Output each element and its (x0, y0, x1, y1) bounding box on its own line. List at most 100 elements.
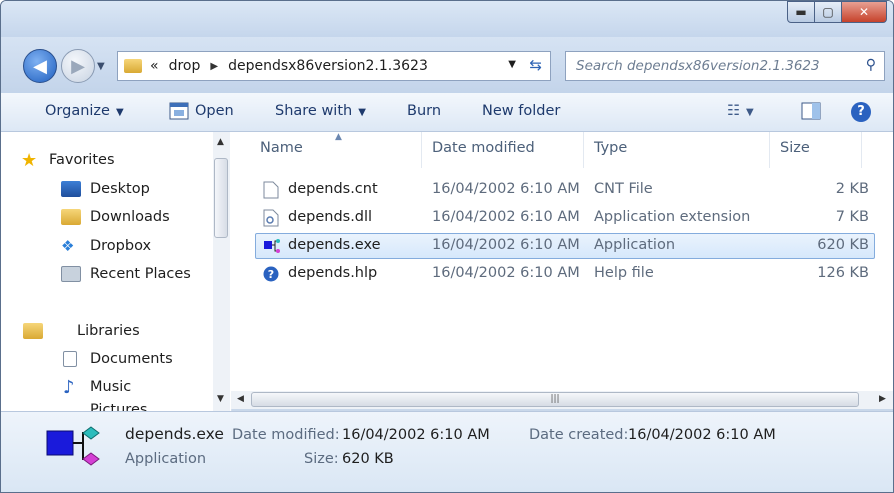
file-type: Application (594, 237, 676, 253)
share-with-label: Share with (275, 103, 353, 119)
back-button[interactable]: ◀ (23, 49, 57, 83)
scroll-up-icon[interactable]: ▲ (217, 137, 224, 147)
horizontal-scrollbar[interactable]: ◀ ||| ▶ (231, 391, 893, 409)
sidebar-item-downloads[interactable]: Downloads (61, 205, 170, 229)
chevron-down-icon: ▼ (358, 107, 366, 118)
close-button[interactable]: ✕ (842, 1, 887, 23)
search-box[interactable]: Search dependsx86version2.1.3623 ⚲ (565, 51, 885, 81)
column-header-size[interactable]: Size (780, 140, 810, 156)
recent-places-icon (61, 266, 81, 282)
details-pane: depends.exe Date modified: 16/04/2002 6:… (1, 411, 893, 492)
details-date-modified-label: Date modified: (232, 427, 340, 443)
exe-large-icon (46, 426, 100, 466)
documents-icon (63, 351, 77, 367)
libraries-icon (23, 323, 43, 339)
navigation-pane: ★ Favorites Desktop Downloads ❖ Dropbox … (1, 132, 232, 411)
file-size: 7 KB (835, 209, 869, 225)
sidebar-item-recent-places[interactable]: Recent Places (61, 262, 191, 286)
sort-ascending-icon: ▲ (335, 132, 342, 142)
burn-button[interactable]: Burn (407, 103, 441, 119)
sidebar-item-music[interactable]: ♪ Music (63, 375, 131, 399)
dropbox-icon: ❖ (61, 237, 75, 255)
preview-pane-icon[interactable] (801, 102, 821, 120)
refresh-icon[interactable]: ⇆ (529, 56, 542, 74)
chevron-down-icon: ▼ (115, 107, 124, 118)
file-type: CNT File (594, 181, 653, 197)
downloads-icon (61, 209, 81, 225)
file-name: depends.dll (288, 209, 373, 225)
file-name: depends.cnt (288, 181, 378, 197)
new-folder-button[interactable]: New folder (482, 103, 560, 119)
sidebar-item-libraries[interactable]: Libraries (23, 319, 140, 343)
sidebar-item-label: Music (90, 379, 132, 395)
desktop-icon (61, 181, 81, 197)
command-toolbar: Organize ▼ Open Share with ▼ Burn New fold… (1, 93, 893, 132)
maximize-button[interactable]: ▢ (815, 1, 842, 23)
column-header-type[interactable]: Type (594, 140, 627, 156)
open-icon (169, 102, 189, 120)
sidebar-item-desktop[interactable]: Desktop (61, 177, 150, 201)
scroll-left-icon[interactable]: ◀ (237, 394, 244, 404)
column-divider[interactable] (861, 132, 862, 168)
file-row[interactable]: depends.cnt 16/04/2002 6:10 AM CNT File … (255, 177, 875, 203)
navigation-scrollbar[interactable]: ▲ ▼ (213, 132, 230, 411)
file-name: depends.exe (288, 237, 381, 253)
open-button[interactable]: Open (195, 103, 234, 119)
sidebar-item-label: Downloads (90, 209, 170, 225)
column-header-date-modified[interactable]: Date modified (432, 140, 535, 156)
file-row[interactable]: ? depends.hlp 16/04/2002 6:10 AM Help fi… (255, 261, 875, 287)
sidebar-item-favorites[interactable]: ★ Favorites (21, 148, 115, 172)
address-dropdown-icon[interactable]: ▼ (508, 59, 516, 70)
view-list-icon: ☷ (727, 103, 740, 119)
file-size: 2 KB (835, 181, 869, 197)
file-date: 16/04/2002 6:10 AM (432, 265, 580, 281)
sidebar-item-label: Desktop (90, 181, 150, 197)
sidebar-item-label: Recent Places (90, 266, 191, 282)
column-divider[interactable] (583, 132, 584, 168)
explorer-window: ▬ ▢ ✕ ◀ ▶ ▼ « drop ▶ dependsx86version2.… (0, 0, 894, 493)
dll-icon (263, 209, 279, 227)
search-icon[interactable]: ⚲ (866, 57, 876, 73)
minimize-button[interactable]: ▬ (787, 1, 815, 23)
breadcrumb-overflow[interactable]: « (150, 58, 159, 74)
scrollbar-thumb[interactable]: ||| (251, 392, 859, 407)
recent-pages-dropdown[interactable]: ▼ (97, 61, 105, 72)
file-date: 16/04/2002 6:10 AM (432, 209, 580, 225)
scrollbar-thumb[interactable] (214, 158, 228, 238)
file-row-selected[interactable]: depends.exe 16/04/2002 6:10 AM Applicati… (255, 233, 875, 259)
share-with-button[interactable]: Share with ▼ (275, 103, 366, 119)
address-bar[interactable]: « drop ▶ dependsx86version2.1.3623 ▼ ⇆ (117, 51, 551, 81)
column-divider[interactable] (421, 132, 422, 168)
column-header-name[interactable]: Name (260, 140, 303, 156)
folder-icon (124, 59, 142, 73)
details-file-type: Application (125, 451, 207, 467)
breadcrumb-separator-icon[interactable]: ▶ (210, 61, 218, 72)
details-file-name: depends.exe (125, 425, 224, 443)
help-icon[interactable]: ? (851, 102, 871, 122)
sidebar-item-label: Documents (90, 351, 173, 367)
file-date: 16/04/2002 6:10 AM (432, 237, 580, 253)
breadcrumb-drop[interactable]: drop (169, 58, 201, 74)
file-date: 16/04/2002 6:10 AM (432, 181, 580, 197)
details-date-modified-value: 16/04/2002 6:10 AM (342, 427, 490, 443)
column-divider[interactable] (769, 132, 770, 168)
scroll-right-icon[interactable]: ▶ (879, 394, 886, 404)
caption-buttons: ▬ ▢ ✕ (787, 1, 887, 23)
details-size-value: 620 KB (342, 451, 394, 467)
exe-icon (264, 239, 280, 253)
navigation-bar: ◀ ▶ ▼ « drop ▶ dependsx86version2.1.3623… (1, 37, 893, 93)
file-size: 620 KB (817, 237, 869, 253)
sidebar-item-documents[interactable]: Documents (63, 347, 173, 371)
file-row[interactable]: depends.dll 16/04/2002 6:10 AM Applicati… (255, 205, 875, 231)
organize-button[interactable]: Organize ▼ (45, 103, 124, 119)
scroll-down-icon[interactable]: ▼ (217, 394, 224, 404)
view-options-button[interactable]: ☷ ▼ (727, 103, 754, 119)
file-list: ▲ Name Date modified Type Size depends.c… (231, 132, 893, 391)
title-bar: ▬ ▢ ✕ (1, 1, 893, 37)
sidebar-item-dropbox[interactable]: ❖ Dropbox (61, 234, 151, 258)
details-size-label: Size: (304, 451, 339, 467)
svg-text:?: ? (268, 268, 274, 281)
forward-button[interactable]: ▶ (61, 49, 95, 83)
breadcrumb-current-folder[interactable]: dependsx86version2.1.3623 (228, 58, 428, 74)
sidebar-item-pictures[interactable]: Pictures (63, 402, 147, 411)
